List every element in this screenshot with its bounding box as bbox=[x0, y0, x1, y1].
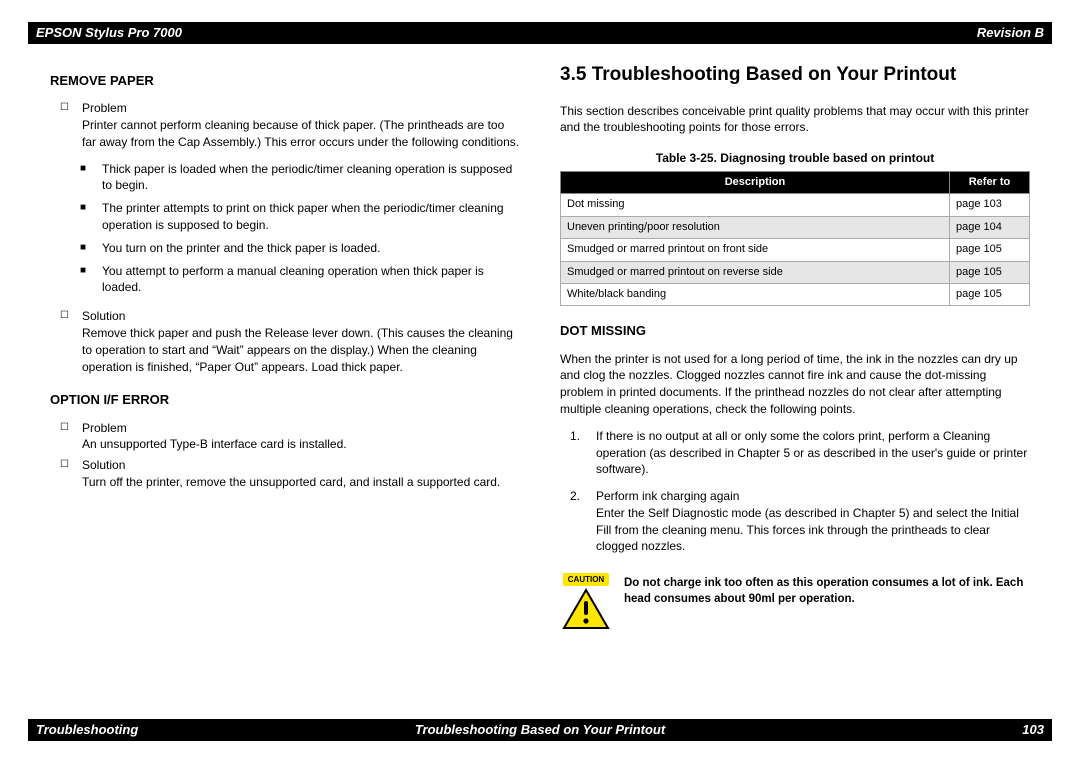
step-number: 2. bbox=[570, 488, 588, 555]
footer-center: Troubleshooting Based on Your Printout bbox=[415, 721, 665, 739]
caution-block: CAUTION Do not charge ink too often as t… bbox=[560, 573, 1030, 630]
table-row: Smudged or marred printout on reverse si… bbox=[561, 261, 1030, 283]
dot-missing-title: DOT MISSING bbox=[560, 322, 1030, 340]
square-bullet-icon: ■ bbox=[80, 263, 94, 297]
caution-text: Do not charge ink too often as this oper… bbox=[624, 573, 1030, 630]
option-if-title: OPTION I/F ERROR bbox=[50, 391, 520, 409]
square-bullet-icon: ■ bbox=[80, 240, 94, 257]
square-marker-icon: ☐ bbox=[60, 100, 74, 150]
cell-ref: page 105 bbox=[950, 283, 1030, 305]
list-item: ■ Thick paper is loaded when the periodi… bbox=[80, 161, 520, 195]
cell-desc: Uneven printing/poor resolution bbox=[561, 216, 950, 238]
cell-ref: page 103 bbox=[950, 194, 1030, 216]
remove-paper-problem: ☐ Problem Printer cannot perform cleanin… bbox=[60, 100, 520, 150]
step-number: 1. bbox=[570, 428, 588, 478]
table-row: Uneven printing/poor resolution page 104 bbox=[561, 216, 1030, 238]
footer-left: Troubleshooting bbox=[36, 721, 138, 739]
cell-desc: Smudged or marred printout on reverse si… bbox=[561, 261, 950, 283]
dot-missing-text: When the printer is not used for a long … bbox=[560, 351, 1030, 418]
cell-ref: page 105 bbox=[950, 261, 1030, 283]
table-row: Smudged or marred printout on front side… bbox=[561, 239, 1030, 261]
problem-text: An unsupported Type-B interface card is … bbox=[82, 436, 520, 453]
footer-page-number: 103 bbox=[1022, 721, 1044, 739]
list-item: ■ The printer attempts to print on thick… bbox=[80, 200, 520, 234]
square-bullet-icon: ■ bbox=[80, 200, 94, 234]
list-item: ■ You attempt to perform a manual cleani… bbox=[80, 263, 520, 297]
step-body: If there is no output at all or only som… bbox=[596, 428, 1030, 478]
problem-label: Problem bbox=[82, 100, 520, 117]
caution-label: CAUTION bbox=[563, 573, 609, 586]
step-item: 2. Perform ink charging again Enter the … bbox=[570, 488, 1030, 555]
step-item: 1. If there is no output at all or only … bbox=[570, 428, 1030, 478]
square-marker-icon: ☐ bbox=[60, 308, 74, 375]
solution-label: Solution bbox=[82, 308, 520, 325]
square-marker-icon: ☐ bbox=[60, 457, 74, 491]
content-area: REMOVE PAPER ☐ Problem Printer cannot pe… bbox=[50, 56, 1030, 707]
step-lead: Perform ink charging again bbox=[596, 488, 1030, 505]
list-item: ■ You turn on the printer and the thick … bbox=[80, 240, 520, 257]
header-bar: EPSON Stylus Pro 7000 Revision B bbox=[28, 22, 1052, 44]
header-left: EPSON Stylus Pro 7000 bbox=[36, 24, 182, 42]
step-body: Enter the Self Diagnostic mode (as descr… bbox=[596, 505, 1030, 555]
footer-bar: Troubleshooting Troubleshooting Based on… bbox=[28, 719, 1052, 741]
solution-text: Turn off the printer, remove the unsuppo… bbox=[82, 474, 520, 491]
cell-desc: White/black banding bbox=[561, 283, 950, 305]
intro-text: This section describes conceivable print… bbox=[560, 103, 1030, 137]
main-title: 3.5 Troubleshooting Based on Your Printo… bbox=[560, 62, 1030, 89]
header-right: Revision B bbox=[977, 24, 1044, 42]
option-if-solution: ☐ Solution Turn off the printer, remove … bbox=[60, 457, 520, 491]
square-marker-icon: ☐ bbox=[60, 420, 74, 454]
cell-ref: page 104 bbox=[950, 216, 1030, 238]
problem-label: Problem bbox=[82, 420, 520, 437]
table-row: White/black banding page 105 bbox=[561, 283, 1030, 305]
problem-text: Printer cannot perform cleaning because … bbox=[82, 117, 520, 151]
cell-desc: Smudged or marred printout on front side bbox=[561, 239, 950, 261]
th-refer: Refer to bbox=[950, 171, 1030, 193]
cell-desc: Dot missing bbox=[561, 194, 950, 216]
remove-paper-solution: ☐ Solution Remove thick paper and push t… bbox=[60, 308, 520, 375]
caution-icon: CAUTION bbox=[560, 573, 612, 630]
solution-text: Remove thick paper and push the Release … bbox=[82, 325, 520, 375]
option-if-problem: ☐ Problem An unsupported Type-B interfac… bbox=[60, 420, 520, 454]
diagnosing-table: Description Refer to Dot missing page 10… bbox=[560, 171, 1030, 306]
left-column: REMOVE PAPER ☐ Problem Printer cannot pe… bbox=[50, 56, 520, 707]
solution-label: Solution bbox=[82, 457, 520, 474]
table-row: Dot missing page 103 bbox=[561, 194, 1030, 216]
square-bullet-icon: ■ bbox=[80, 161, 94, 195]
right-column: 3.5 Troubleshooting Based on Your Printo… bbox=[560, 56, 1030, 707]
th-description: Description bbox=[561, 171, 950, 193]
cell-ref: page 105 bbox=[950, 239, 1030, 261]
table-caption: Table 3-25. Diagnosing trouble based on … bbox=[560, 150, 1030, 167]
page: EPSON Stylus Pro 7000 Revision B REMOVE … bbox=[0, 0, 1080, 763]
remove-paper-title: REMOVE PAPER bbox=[50, 72, 520, 90]
warning-triangle-icon bbox=[562, 588, 610, 630]
